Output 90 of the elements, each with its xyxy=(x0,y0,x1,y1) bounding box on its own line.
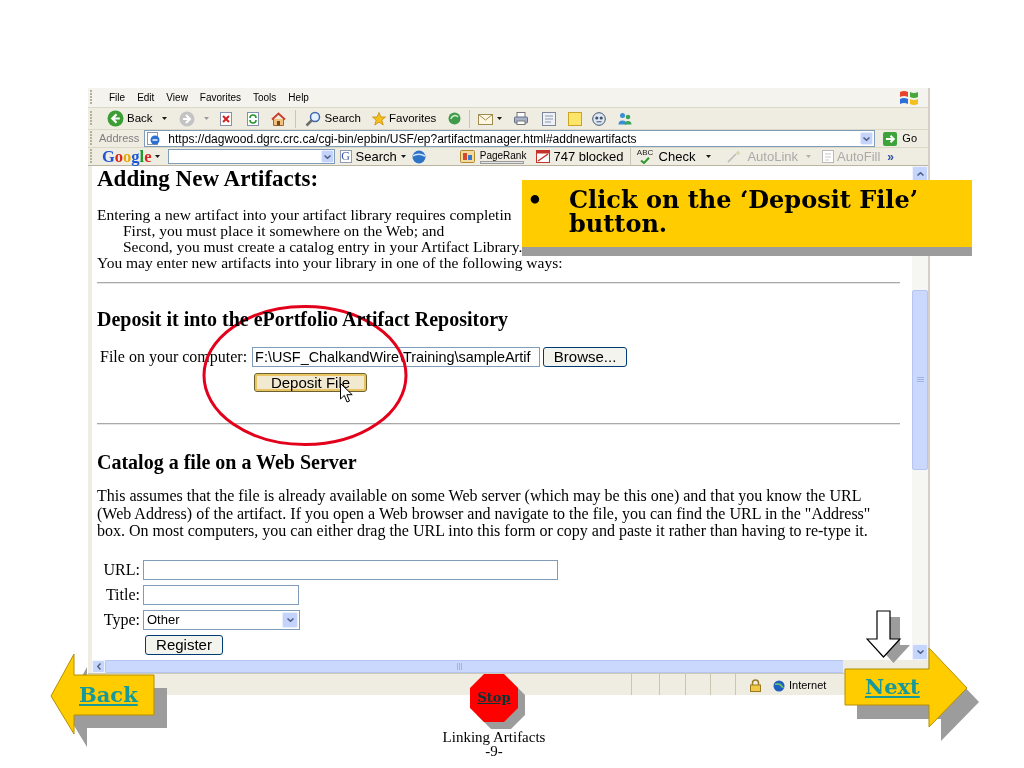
chevron-down-icon xyxy=(863,136,871,141)
scroll-down-button[interactable] xyxy=(912,644,928,660)
toolbar-grip[interactable] xyxy=(90,90,93,105)
mail-button[interactable] xyxy=(478,112,503,125)
overflow-button[interactable]: » xyxy=(887,148,895,165)
document-icon[interactable] xyxy=(542,111,557,126)
rank-tile-icon xyxy=(459,150,475,163)
type-select[interactable]: Other xyxy=(143,609,300,630)
chevron-left-icon xyxy=(96,663,101,670)
menu-item[interactable]: View xyxy=(160,90,194,105)
flag-logo-icon xyxy=(898,88,920,107)
globe-icon xyxy=(773,679,785,692)
back-button[interactable]: Back xyxy=(107,109,167,128)
step-text: Second, you must create a catalog entry in your Artifact Library. xyxy=(122,239,523,255)
spell-check-button[interactable]: ABC Check xyxy=(636,148,712,165)
browse-button[interactable]: Browse... xyxy=(543,347,628,367)
forward-button[interactable] xyxy=(178,110,209,127)
caret-icon xyxy=(154,155,160,158)
page-icon xyxy=(147,132,161,145)
printer-icon[interactable] xyxy=(514,112,529,125)
toolbar-grip[interactable] xyxy=(90,111,93,126)
search-button[interactable]: Search xyxy=(304,109,361,128)
section-heading: Catalog a file on a Web Server xyxy=(97,451,357,473)
intro-text: You may enter new artifacts into your library in one of the following ways: xyxy=(97,255,563,271)
callout-text: Click on the ‘Deposit File’ button. xyxy=(569,188,920,236)
magic-wand-icon xyxy=(726,150,743,163)
caret-icon xyxy=(400,155,406,158)
menu-item[interactable]: Edit xyxy=(131,90,161,105)
step-text: First, you must place it somewhere on the Web; and xyxy=(123,223,445,239)
toolbar-grip[interactable] xyxy=(90,131,93,146)
chevron-down-icon xyxy=(916,650,924,654)
google-search-button[interactable]: G Search xyxy=(339,148,406,165)
google-menu-button[interactable]: Google xyxy=(102,148,160,165)
envelope-icon xyxy=(478,112,494,125)
page-heading: Adding New Artifacts: xyxy=(97,167,319,191)
slide-title: Linking Artifacts xyxy=(442,730,546,744)
chevron-down-icon xyxy=(286,617,294,622)
chevron-up-icon xyxy=(916,172,924,176)
face-icon[interactable] xyxy=(592,111,607,126)
menu-item[interactable]: File xyxy=(103,90,132,105)
note-icon[interactable] xyxy=(568,111,583,126)
go-button[interactable]: Go xyxy=(883,130,918,147)
people-icon[interactable] xyxy=(618,112,633,125)
address-label: Address xyxy=(99,131,140,147)
media-disc-icon[interactable] xyxy=(448,112,462,125)
go-arrow-icon xyxy=(883,131,898,146)
chevron-down-icon xyxy=(323,154,331,159)
intro-text: Entering a new artifact into your artifact library requires completin xyxy=(97,207,512,223)
address-field[interactable]: https://dagwood.dgrc.crc.ca/cgi-bin/epbin/USF/ep?artifactmanager.html#addnewartifacts xyxy=(144,130,876,147)
dropdown-button[interactable] xyxy=(282,611,298,628)
field-label: Title: xyxy=(104,584,140,605)
url-field[interactable] xyxy=(143,559,558,580)
popup-blocker-button[interactable]: 747 blocked xyxy=(536,148,624,165)
lock-icon xyxy=(750,679,761,692)
search-icon xyxy=(304,110,321,127)
caret-icon xyxy=(161,117,167,120)
dropdown-button[interactable] xyxy=(320,150,334,163)
caret-icon xyxy=(706,155,712,158)
grip-lines-icon xyxy=(916,377,924,383)
caret-icon xyxy=(203,117,209,120)
title-field[interactable] xyxy=(143,584,299,605)
menu-item[interactable]: Tools xyxy=(247,90,283,105)
caret-icon xyxy=(806,155,811,158)
form-icon xyxy=(822,150,834,163)
bullet: • xyxy=(526,188,544,212)
dropdown-button[interactable] xyxy=(860,132,874,145)
register-button[interactable]: Register xyxy=(145,634,223,655)
grip-lines-icon xyxy=(457,663,463,670)
menu-item[interactable]: Help xyxy=(282,90,315,105)
toolbar-grip[interactable] xyxy=(90,149,93,164)
star-icon xyxy=(372,111,386,126)
back-arrow-icon xyxy=(107,110,124,127)
search-field[interactable] xyxy=(167,149,335,164)
catalog-description: This assumes that the file is already available on some Web server (which may be this one) and that you know the URL (Web Address) of the artifact. If you open a Web browser and navigate to the file, you can find the URL in the "Address" box. On most computers, you can either drag the URL into this form or copy and paste it rather than having to re-type it. xyxy=(97,487,872,540)
menu-item[interactable]: Favorites xyxy=(193,90,247,105)
scroll-left-button[interactable] xyxy=(92,660,105,673)
security-zone: Internet xyxy=(789,678,827,694)
checkmark-icon xyxy=(640,157,651,164)
pagerank-button[interactable]: PageRank xyxy=(459,149,527,164)
favorites-button[interactable]: Favorites xyxy=(372,109,437,128)
page-number: -9- xyxy=(485,744,503,758)
field-label: URL: xyxy=(102,559,140,580)
field-label: Type: xyxy=(102,609,140,630)
caret-icon xyxy=(497,117,503,120)
refresh-page-icon[interactable] xyxy=(246,111,259,126)
stop-page-icon[interactable] xyxy=(219,111,232,126)
globe-icon[interactable] xyxy=(411,149,426,164)
blocked-window-icon xyxy=(536,150,551,163)
scrollbar-thumb[interactable] xyxy=(912,290,928,470)
home-icon[interactable] xyxy=(270,111,286,126)
